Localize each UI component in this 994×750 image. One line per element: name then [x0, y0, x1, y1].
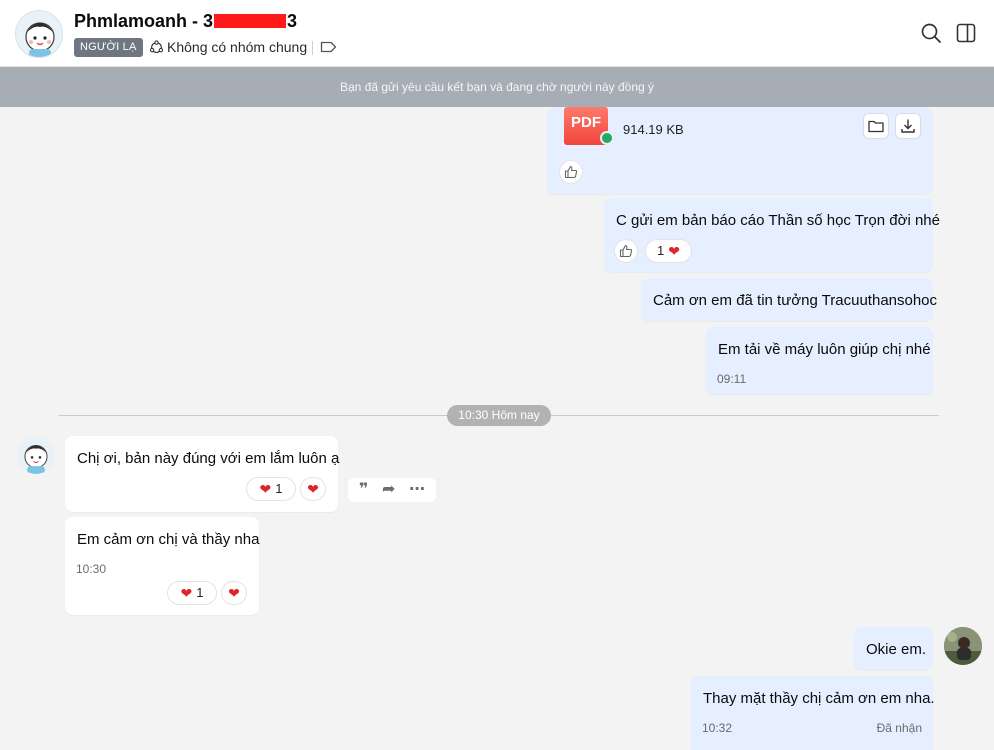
- message-time: 10:30: [76, 562, 107, 576]
- message-bubble[interactable]: Em tải về máy luôn giúp chị nhé 09:11: [706, 327, 933, 394]
- reaction-count: 1: [657, 243, 665, 258]
- contact-name-suffix: 3: [287, 11, 298, 31]
- heart-react-button[interactable]: ❤: [300, 477, 326, 501]
- message-bubble[interactable]: C gửi em bản báo cáo Thần số học Trọn đờ…: [604, 198, 940, 272]
- message-actions: ❞ ➦ ⋯: [348, 478, 436, 502]
- open-folder-button[interactable]: [863, 113, 889, 139]
- heart-icon: ❤: [668, 243, 680, 259]
- message-text: Cảm ơn em đã tin tưởng Tracuuthansohoc: [653, 292, 938, 309]
- stranger-tag: NGƯỜI LẠ: [74, 38, 143, 57]
- like-button[interactable]: [614, 239, 638, 263]
- contact-avatar[interactable]: [15, 10, 63, 58]
- file-size: 914.19 KB: [623, 122, 684, 137]
- reaction-summary[interactable]: 1 ❤: [645, 239, 692, 263]
- message-time: 10:32: [702, 721, 733, 735]
- like-button[interactable]: [559, 160, 583, 184]
- message-text: C gửi em bản báo cáo Thần số học Trọn đờ…: [616, 212, 940, 229]
- thumbs-up-icon: [564, 165, 578, 179]
- reaction-summary[interactable]: ❤ 1: [167, 581, 217, 605]
- check-icon: [600, 131, 614, 145]
- message-bubble[interactable]: Cảm ơn em đã tin tưởng Tracuuthansohoc: [641, 278, 937, 321]
- heart-react-button[interactable]: ❤: [221, 581, 247, 605]
- date-divider: 10:30 Hôm nay: [447, 405, 551, 426]
- message-time: 09:11: [717, 372, 747, 386]
- message-text: Thay mặt thầy chị cảm ơn em nha.: [703, 690, 935, 707]
- thumbs-up-icon: [619, 244, 633, 258]
- message-bubble[interactable]: Thay mặt thầy chị cảm ơn em nha. 10:32 Đ…: [691, 676, 935, 750]
- tag-label-icon[interactable]: [320, 40, 337, 54]
- delivery-status: Đã nhận: [876, 721, 922, 735]
- heart-icon: ❤: [259, 481, 272, 497]
- message-text: Em cảm ơn chị và thầy nha: [77, 531, 260, 548]
- friend-request-banner: Bạn đã gửi yêu cầu kết bạn và đang chờ n…: [0, 67, 994, 107]
- common-groups[interactable]: Không có nhóm chung: [149, 38, 307, 57]
- forward-icon[interactable]: ➦: [382, 482, 395, 498]
- file-message[interactable]: PDF 914.19 KB: [547, 107, 933, 194]
- message-text: Okie em.: [866, 641, 927, 658]
- message-bubble[interactable]: Chị ơi, bản này đúng với em lắm luôn ạ ❤…: [65, 436, 340, 512]
- header-divider: [312, 41, 313, 55]
- reaction-count: 1: [196, 585, 204, 600]
- heart-icon: ❤: [307, 481, 319, 497]
- heart-icon: ❤: [180, 585, 193, 601]
- reaction-summary[interactable]: ❤ 1: [246, 477, 296, 501]
- side-panel-icon[interactable]: [955, 22, 977, 44]
- common-groups-label: Không có nhóm chung: [167, 39, 308, 55]
- heart-icon: ❤: [228, 585, 240, 601]
- redaction-bar: [214, 14, 287, 28]
- download-button[interactable]: [895, 113, 921, 139]
- message-text: Em tải về máy luôn giúp chị nhé: [718, 341, 931, 358]
- folder-icon: [868, 120, 884, 133]
- message-bubble[interactable]: Em cảm ơn chị và thầy nha 10:30 ❤ 1 ❤: [65, 517, 259, 615]
- contact-name[interactable]: Phmlamoanh - 3 3: [74, 11, 297, 32]
- contact-name-prefix: Phmlamoanh - 3: [74, 11, 214, 31]
- chat-header: Phmlamoanh - 3 3 NGƯỜI LẠ Không có nhóm c…: [0, 0, 994, 67]
- my-avatar[interactable]: [944, 627, 982, 665]
- quote-icon[interactable]: ❞: [359, 482, 368, 498]
- group-icon: [149, 40, 164, 53]
- reaction-count: 1: [275, 481, 283, 496]
- contact-avatar-small[interactable]: [17, 436, 55, 474]
- search-icon[interactable]: [920, 22, 942, 44]
- more-icon[interactable]: ⋯: [409, 482, 425, 498]
- message-text: Chị ơi, bản này đúng với em lắm luôn ạ: [77, 450, 340, 467]
- message-bubble[interactable]: Okie em.: [854, 627, 933, 670]
- download-icon: [901, 119, 915, 133]
